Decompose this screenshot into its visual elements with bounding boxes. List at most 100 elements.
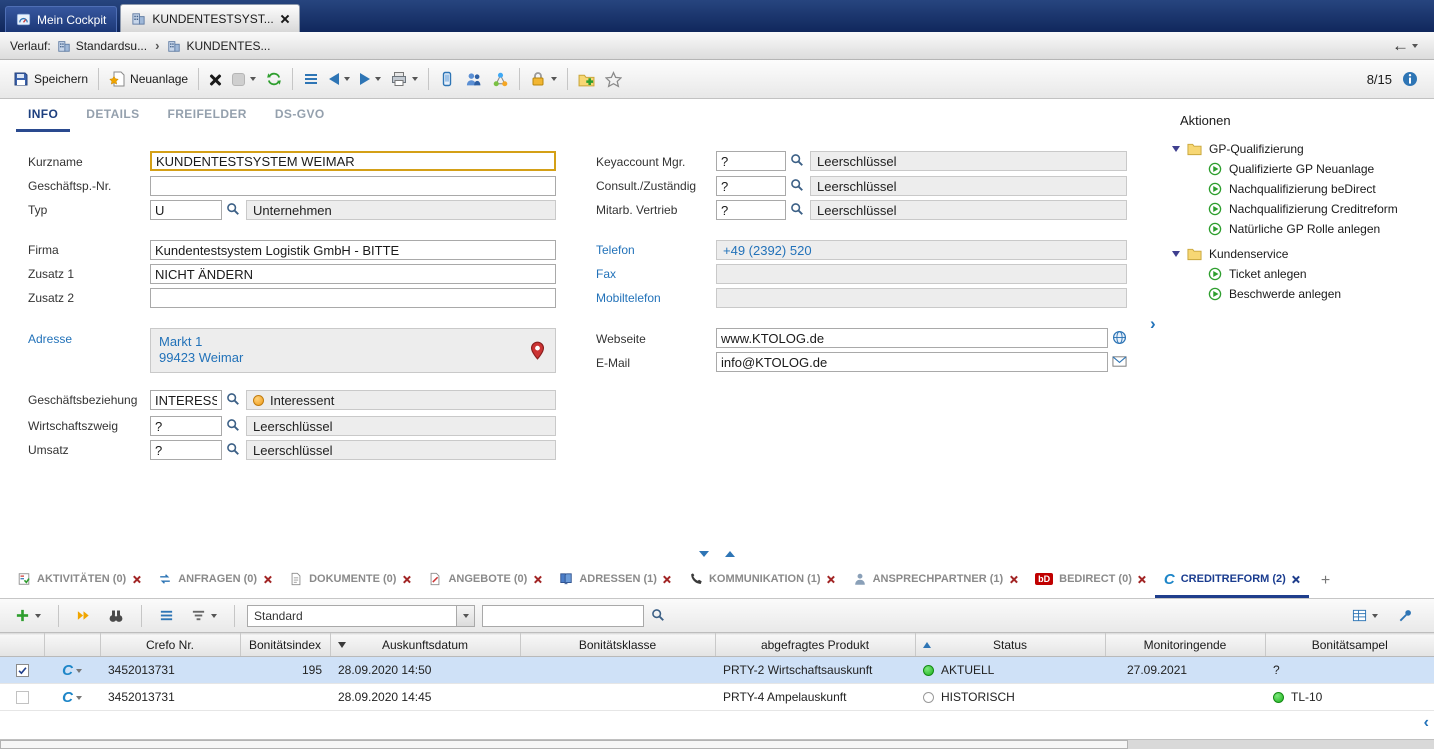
window-tab-cockpit[interactable]: Mein Cockpit [5,6,117,32]
column-header-status[interactable]: Status [915,634,1105,657]
row-menu-icon[interactable] [76,669,82,673]
close-tab-icon[interactable] [263,575,271,583]
scrollbar-thumb[interactable] [0,740,1128,749]
column-header-crefo-nr[interactable]: Crefo Nr. [100,634,240,657]
typ-code-input[interactable] [150,200,222,220]
history-back-icon[interactable]: ← [1392,37,1409,54]
print-button[interactable] [386,67,423,91]
grid-detach-button[interactable] [1393,604,1418,627]
close-tab-icon[interactable] [1009,575,1017,583]
action-group-kundenservice[interactable]: Kundenservice [1162,243,1434,264]
creditreform-row-icon[interactable]: C [62,662,73,679]
wirtschaftszweig-code-input[interactable] [150,416,222,436]
refresh-button[interactable] [261,67,287,91]
row-checkbox-checked[interactable] [16,664,29,677]
more-actions-button[interactable] [227,69,261,90]
keyaccount-code-input[interactable] [716,151,786,171]
tab-angebote[interactable]: ANGEBOTE (0) [419,563,550,598]
geschaeftsbeziehung-code-input[interactable] [150,390,222,410]
panel-collapse-left-icon[interactable]: ‹ [1424,714,1429,732]
tab-adressen[interactable]: ADRESSEN (1) [550,563,680,598]
grid-search-icon[interactable] [651,608,667,624]
window-tab-record[interactable]: KUNDENTESTSYST... [120,4,299,32]
email-input[interactable] [716,352,1108,372]
close-tab-icon[interactable] [533,575,541,583]
horizontal-scrollbar[interactable] [0,739,1434,749]
tab-aktivitaeten[interactable]: AKTIVITÄTEN (0) [8,563,149,598]
tab-dokumente[interactable]: DOKUMENTE (0) [280,563,419,598]
tab-ansprechpartner[interactable]: ANSPRECHPARTNER (1) [844,563,1027,598]
keyaccount-lookup-icon[interactable] [790,153,806,169]
action-natuerliche-gp-rolle[interactable]: Natürliche GP Rolle anlegen [1162,219,1434,239]
telefon-label[interactable]: Telefon [596,243,635,257]
action-qualifizierte-gp-neuanlage[interactable]: Qualifizierte GP Neuanlage [1162,159,1434,179]
umsatz-code-input[interactable] [150,440,222,460]
close-tab-icon[interactable] [1138,575,1146,583]
list-view-button[interactable] [298,67,324,91]
close-tab-icon[interactable] [280,14,289,23]
favorite-button[interactable] [600,67,627,92]
mobiltelefon-label[interactable]: Mobiltelefon [596,291,661,305]
grid-list-view-button[interactable] [154,604,179,627]
close-tab-icon[interactable] [402,575,410,583]
contacts-button[interactable] [460,67,487,92]
firma-input[interactable] [150,240,556,260]
info-icon[interactable] [1402,71,1418,87]
map-icon[interactable] [528,341,547,360]
close-tab-icon[interactable] [827,575,835,583]
fax-label[interactable]: Fax [596,267,616,281]
collapse-up-icon[interactable] [725,551,735,557]
consult-code-input[interactable] [716,176,786,196]
tab-details[interactable]: DETAILS [74,99,151,132]
creditreform-row-icon[interactable]: C [62,689,73,706]
adresse-label[interactable]: Adresse [28,332,72,346]
navigate-back-button[interactable] [324,69,355,89]
column-header-produkt[interactable]: abgefragtes Produkt [715,634,915,657]
grid-search-input[interactable] [482,605,644,627]
geschaeftsp-nr-input[interactable] [150,176,556,196]
breadcrumb-item-record[interactable]: KUNDENTES... [167,39,270,53]
row-menu-icon[interactable] [76,696,82,700]
tab-creditreform[interactable]: C CREDITREFORM (2) [1155,563,1309,598]
consult-lookup-icon[interactable] [790,178,806,194]
grid-assign-button[interactable] [71,604,96,627]
tab-dsgvo[interactable]: DS-GVO [263,99,337,132]
table-row[interactable]: C 3452013731 195 28.09.2020 14:50 PRTY-2… [0,657,1434,684]
umsatz-lookup-icon[interactable] [226,442,242,458]
close-tab-icon[interactable] [663,575,671,583]
delete-button[interactable] [204,69,227,90]
save-button[interactable]: Speichern [8,67,93,91]
email-icon[interactable] [1112,354,1127,369]
zusatz1-input[interactable] [150,264,556,284]
export-button[interactable] [573,67,600,92]
panel-expand-icon[interactable]: › [1150,314,1156,334]
grid-search-button[interactable] [103,604,129,628]
relations-button[interactable] [487,67,514,92]
typ-lookup-icon[interactable] [226,202,242,218]
add-tab-button[interactable]: + [1309,563,1342,598]
history-dropdown-icon[interactable] [1412,44,1418,48]
navigate-forward-button[interactable] [355,69,386,89]
action-beschwerde-anlegen[interactable]: Beschwerde anlegen [1162,284,1434,304]
action-ticket-anlegen[interactable]: Ticket anlegen [1162,264,1434,284]
geschaeftsbeziehung-lookup-icon[interactable] [226,392,242,408]
webseite-input[interactable] [716,328,1108,348]
kurzname-input[interactable] [150,151,556,171]
grid-add-button[interactable] [10,604,46,627]
column-header-bonitaetsklasse[interactable]: Bonitätsklasse [520,634,715,657]
grid-filter-button[interactable] [186,604,222,627]
tab-anfragen[interactable]: ANFRAGEN (0) [149,563,280,598]
telefon-field[interactable]: +49 (2392) 520 [716,240,1127,260]
view-preset-select[interactable]: Standard [247,605,475,627]
mitarb-vertrieb-lookup-icon[interactable] [790,202,806,218]
globe-icon[interactable] [1112,330,1127,345]
icon-column-header[interactable] [44,634,100,657]
collapse-down-icon[interactable] [699,551,709,557]
column-header-bonitaetsampel[interactable]: Bonitätsampel [1265,634,1434,657]
column-header-auskunftsdatum[interactable]: Auskunftsdatum [330,634,520,657]
combo-dropdown-button[interactable] [456,606,474,626]
close-tab-icon[interactable] [132,575,140,583]
tab-bedirect[interactable]: bD BEDIRECT (0) [1026,563,1155,598]
adresse-city-link[interactable]: 99423 Weimar [159,350,547,365]
close-tab-icon[interactable] [1292,575,1300,583]
